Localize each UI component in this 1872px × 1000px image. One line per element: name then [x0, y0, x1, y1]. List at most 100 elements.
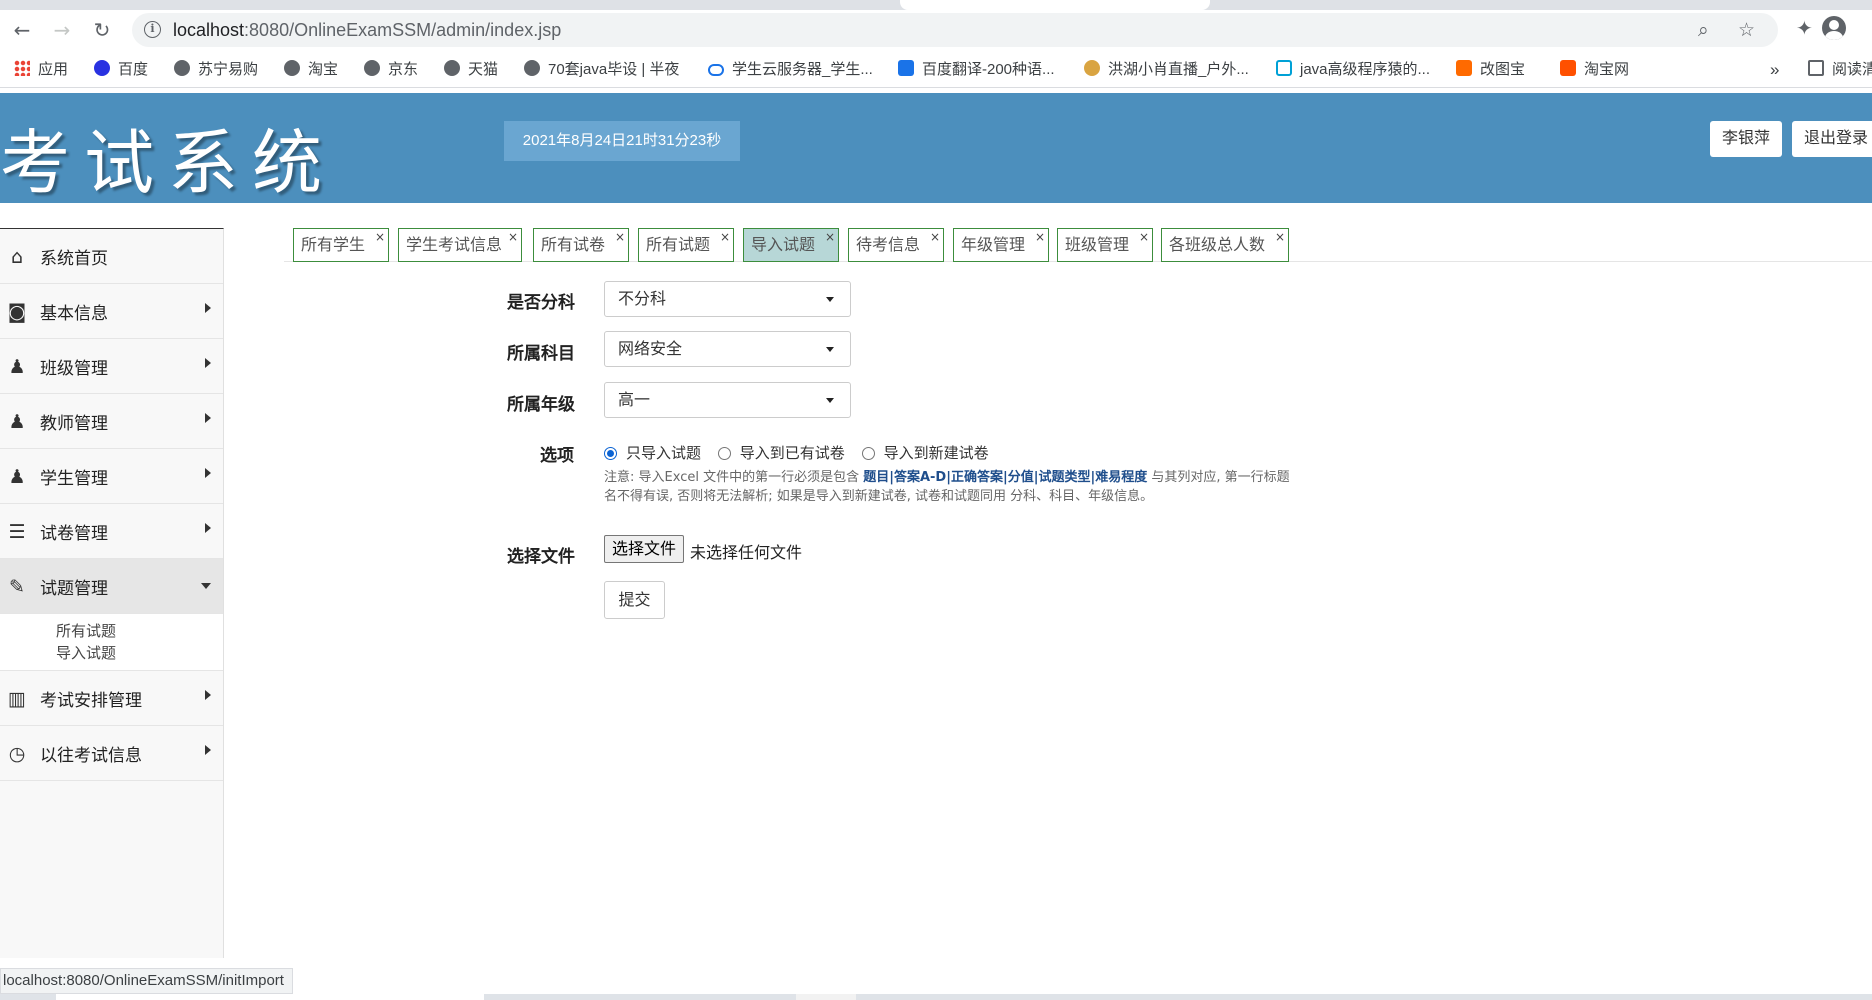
- close-icon[interactable]: ×: [1035, 221, 1045, 253]
- books-icon: ▥: [8, 688, 26, 710]
- close-icon[interactable]: ×: [1139, 221, 1149, 253]
- address-bar[interactable]: i localhost:8080/OnlineExamSSM/admin/ind…: [132, 13, 1778, 47]
- user-name-button[interactable]: 李银萍: [1710, 121, 1783, 157]
- site-info-icon[interactable]: i: [144, 21, 161, 38]
- reload-icon[interactable]: ↻: [88, 16, 116, 44]
- profile-avatar[interactable]: [1822, 16, 1846, 40]
- chevron-right-icon: [205, 690, 211, 700]
- option-import-only[interactable]: 只导入试题: [604, 442, 701, 463]
- reading-list-icon: [1808, 60, 1824, 76]
- sidebar-item-teacher-management[interactable]: ♟ 教师管理: [0, 394, 223, 449]
- tab-all-questions[interactable]: 所有试题 ×: [638, 228, 734, 262]
- bookmark-tmall[interactable]: 天猫: [444, 58, 498, 82]
- browser-active-tab[interactable]: [900, 0, 1210, 10]
- bookmark-taobao-net[interactable]: 淘宝网: [1560, 58, 1629, 82]
- address-url[interactable]: localhost:8080/OnlineExamSSM/admin/index…: [173, 20, 561, 41]
- submenu-item-all-questions[interactable]: 所有试题: [56, 620, 223, 642]
- bookmark-jd[interactable]: 京东: [364, 58, 418, 82]
- apps-icon: [14, 60, 30, 76]
- import-options: 只导入试题 导入到已有试卷 导入到新建试卷: [604, 442, 1001, 462]
- globe-icon: [524, 60, 540, 76]
- datetime-display: 2021年8月24日21时31分23秒: [504, 121, 740, 161]
- globe-icon: [174, 60, 190, 76]
- bookmark-live[interactable]: 洪湖小肖直播_户外...: [1084, 58, 1249, 82]
- bookmark-java-projects[interactable]: 70套java毕设 | 半夜: [524, 58, 679, 82]
- bookmark-baidu-translate[interactable]: 百度翻译-200种语...: [898, 58, 1055, 82]
- tab-student-exam-info[interactable]: 学生考试信息 ×: [398, 228, 522, 262]
- close-icon[interactable]: ×: [1275, 221, 1285, 253]
- sidebar-item-question-management[interactable]: ✎ 试题管理: [0, 559, 223, 614]
- bookmark-taobao[interactable]: 淘宝: [284, 58, 338, 82]
- app-header: 考试系统 2021年8月24日21时31分23秒 李银萍 退出登录: [0, 93, 1872, 204]
- sidebar: ⌂ 系统首页 ◙ 基本信息 ♟ 班级管理 ♟ 教师管理 ♟ 学生管理 ☰ 试卷管…: [0, 228, 224, 958]
- tab-class-management[interactable]: 班级管理 ×: [1057, 228, 1153, 262]
- close-icon[interactable]: ×: [508, 221, 518, 253]
- browser-toolbar: ← → ↻ i localhost:8080/OnlineExamSSM/adm…: [0, 10, 1872, 48]
- bookmark-bilibili[interactable]: java高级程序猿的...: [1276, 58, 1430, 82]
- monitor-icon: ◙: [7, 301, 27, 323]
- sidebar-item-basic-info[interactable]: ◙ 基本信息: [0, 284, 223, 339]
- sidebar-item-home[interactable]: ⌂ 系统首页: [0, 229, 223, 284]
- logout-button[interactable]: 退出登录: [1792, 121, 1872, 157]
- bookmark-apps[interactable]: 应用: [14, 58, 68, 82]
- close-icon[interactable]: ×: [720, 221, 730, 253]
- student-icon: ♟: [8, 466, 26, 488]
- close-icon[interactable]: ×: [375, 221, 385, 253]
- sidebar-item-exam-schedule[interactable]: ▥ 考试安排管理: [0, 671, 223, 726]
- sidebar-item-past-exams[interactable]: ◷ 以往考试信息: [0, 726, 223, 781]
- zoom-icon[interactable]: ⌕: [1698, 19, 1709, 41]
- options-label: 选项: [540, 446, 574, 466]
- subject-select-value: 网络安全: [618, 339, 683, 358]
- submenu-item-import-questions[interactable]: 导入试题: [56, 642, 223, 664]
- radio-checked-icon[interactable]: [604, 447, 617, 460]
- tab-all-students[interactable]: 所有学生 ×: [293, 228, 389, 262]
- sidebar-item-student-management[interactable]: ♟ 学生管理: [0, 449, 223, 504]
- option-import-new-paper[interactable]: 导入到新建试卷: [861, 442, 989, 463]
- subject-select[interactable]: 网络安全: [604, 331, 851, 367]
- extensions-icon[interactable]: ✦: [1796, 16, 1813, 40]
- choose-file-button[interactable]: 选择文件: [604, 535, 685, 563]
- globe-icon: [444, 60, 460, 76]
- sidebar-item-label: 基本信息: [40, 304, 108, 324]
- bookmark-star-icon[interactable]: ☆: [1738, 19, 1755, 41]
- bilibili-icon: [1276, 60, 1292, 76]
- bookmarks-more-button[interactable]: »: [1770, 58, 1779, 82]
- sidebar-item-paper-management[interactable]: ☰ 试卷管理: [0, 504, 223, 559]
- bookmark-student-cloud[interactable]: 学生云服务器_学生...: [708, 58, 873, 82]
- chevron-right-icon: [205, 523, 211, 533]
- close-icon[interactable]: ×: [615, 221, 625, 253]
- close-icon[interactable]: ×: [930, 221, 940, 253]
- gaitubao-icon: [1456, 60, 1472, 76]
- question-icon: ✎: [9, 576, 25, 598]
- forward-icon[interactable]: →: [48, 16, 76, 44]
- bookmark-suning[interactable]: 苏宁易购: [174, 58, 258, 82]
- chevron-right-icon: [205, 358, 211, 368]
- tab-pending-exams[interactable]: 待考信息 ×: [848, 228, 944, 262]
- status-bar-link: localhost:8080/OnlineExamSSM/initImport: [0, 968, 293, 994]
- radio-icon[interactable]: [861, 447, 875, 460]
- grade-select-value: 高一: [618, 390, 651, 409]
- submit-button[interactable]: 提交: [604, 581, 665, 619]
- close-icon[interactable]: ×: [825, 221, 835, 253]
- sidebar-item-label: 以往考试信息: [40, 746, 142, 766]
- tab-import-questions[interactable]: 导入试题 ×: [743, 228, 839, 262]
- reading-list-button[interactable]: 阅读清: [1808, 58, 1872, 82]
- app-logo: 考试系统: [0, 122, 336, 204]
- baidu-icon: [94, 60, 110, 76]
- translate-icon: [898, 60, 914, 76]
- option-import-existing-paper[interactable]: 导入到已有试卷: [717, 442, 845, 463]
- bookmark-gaitubao[interactable]: 改图宝: [1456, 58, 1525, 82]
- tab-class-totals[interactable]: 各班级总人数 ×: [1161, 228, 1289, 262]
- back-icon[interactable]: ←: [8, 16, 36, 44]
- teacher-icon: ♟: [8, 411, 26, 433]
- split-select[interactable]: 不分科: [604, 281, 851, 317]
- grade-select[interactable]: 高一: [604, 382, 851, 418]
- paper-icon: ☰: [8, 521, 26, 543]
- bookmark-baidu[interactable]: 百度: [94, 58, 148, 82]
- radio-icon[interactable]: [717, 447, 731, 460]
- tab-all-papers[interactable]: 所有试卷 ×: [533, 228, 629, 262]
- grade-label: 所属年级: [507, 395, 575, 415]
- sidebar-item-class-management[interactable]: ♟ 班级管理: [0, 339, 223, 394]
- subject-label: 所属科目: [507, 344, 575, 364]
- tab-grade-management[interactable]: 年级管理 ×: [953, 228, 1049, 262]
